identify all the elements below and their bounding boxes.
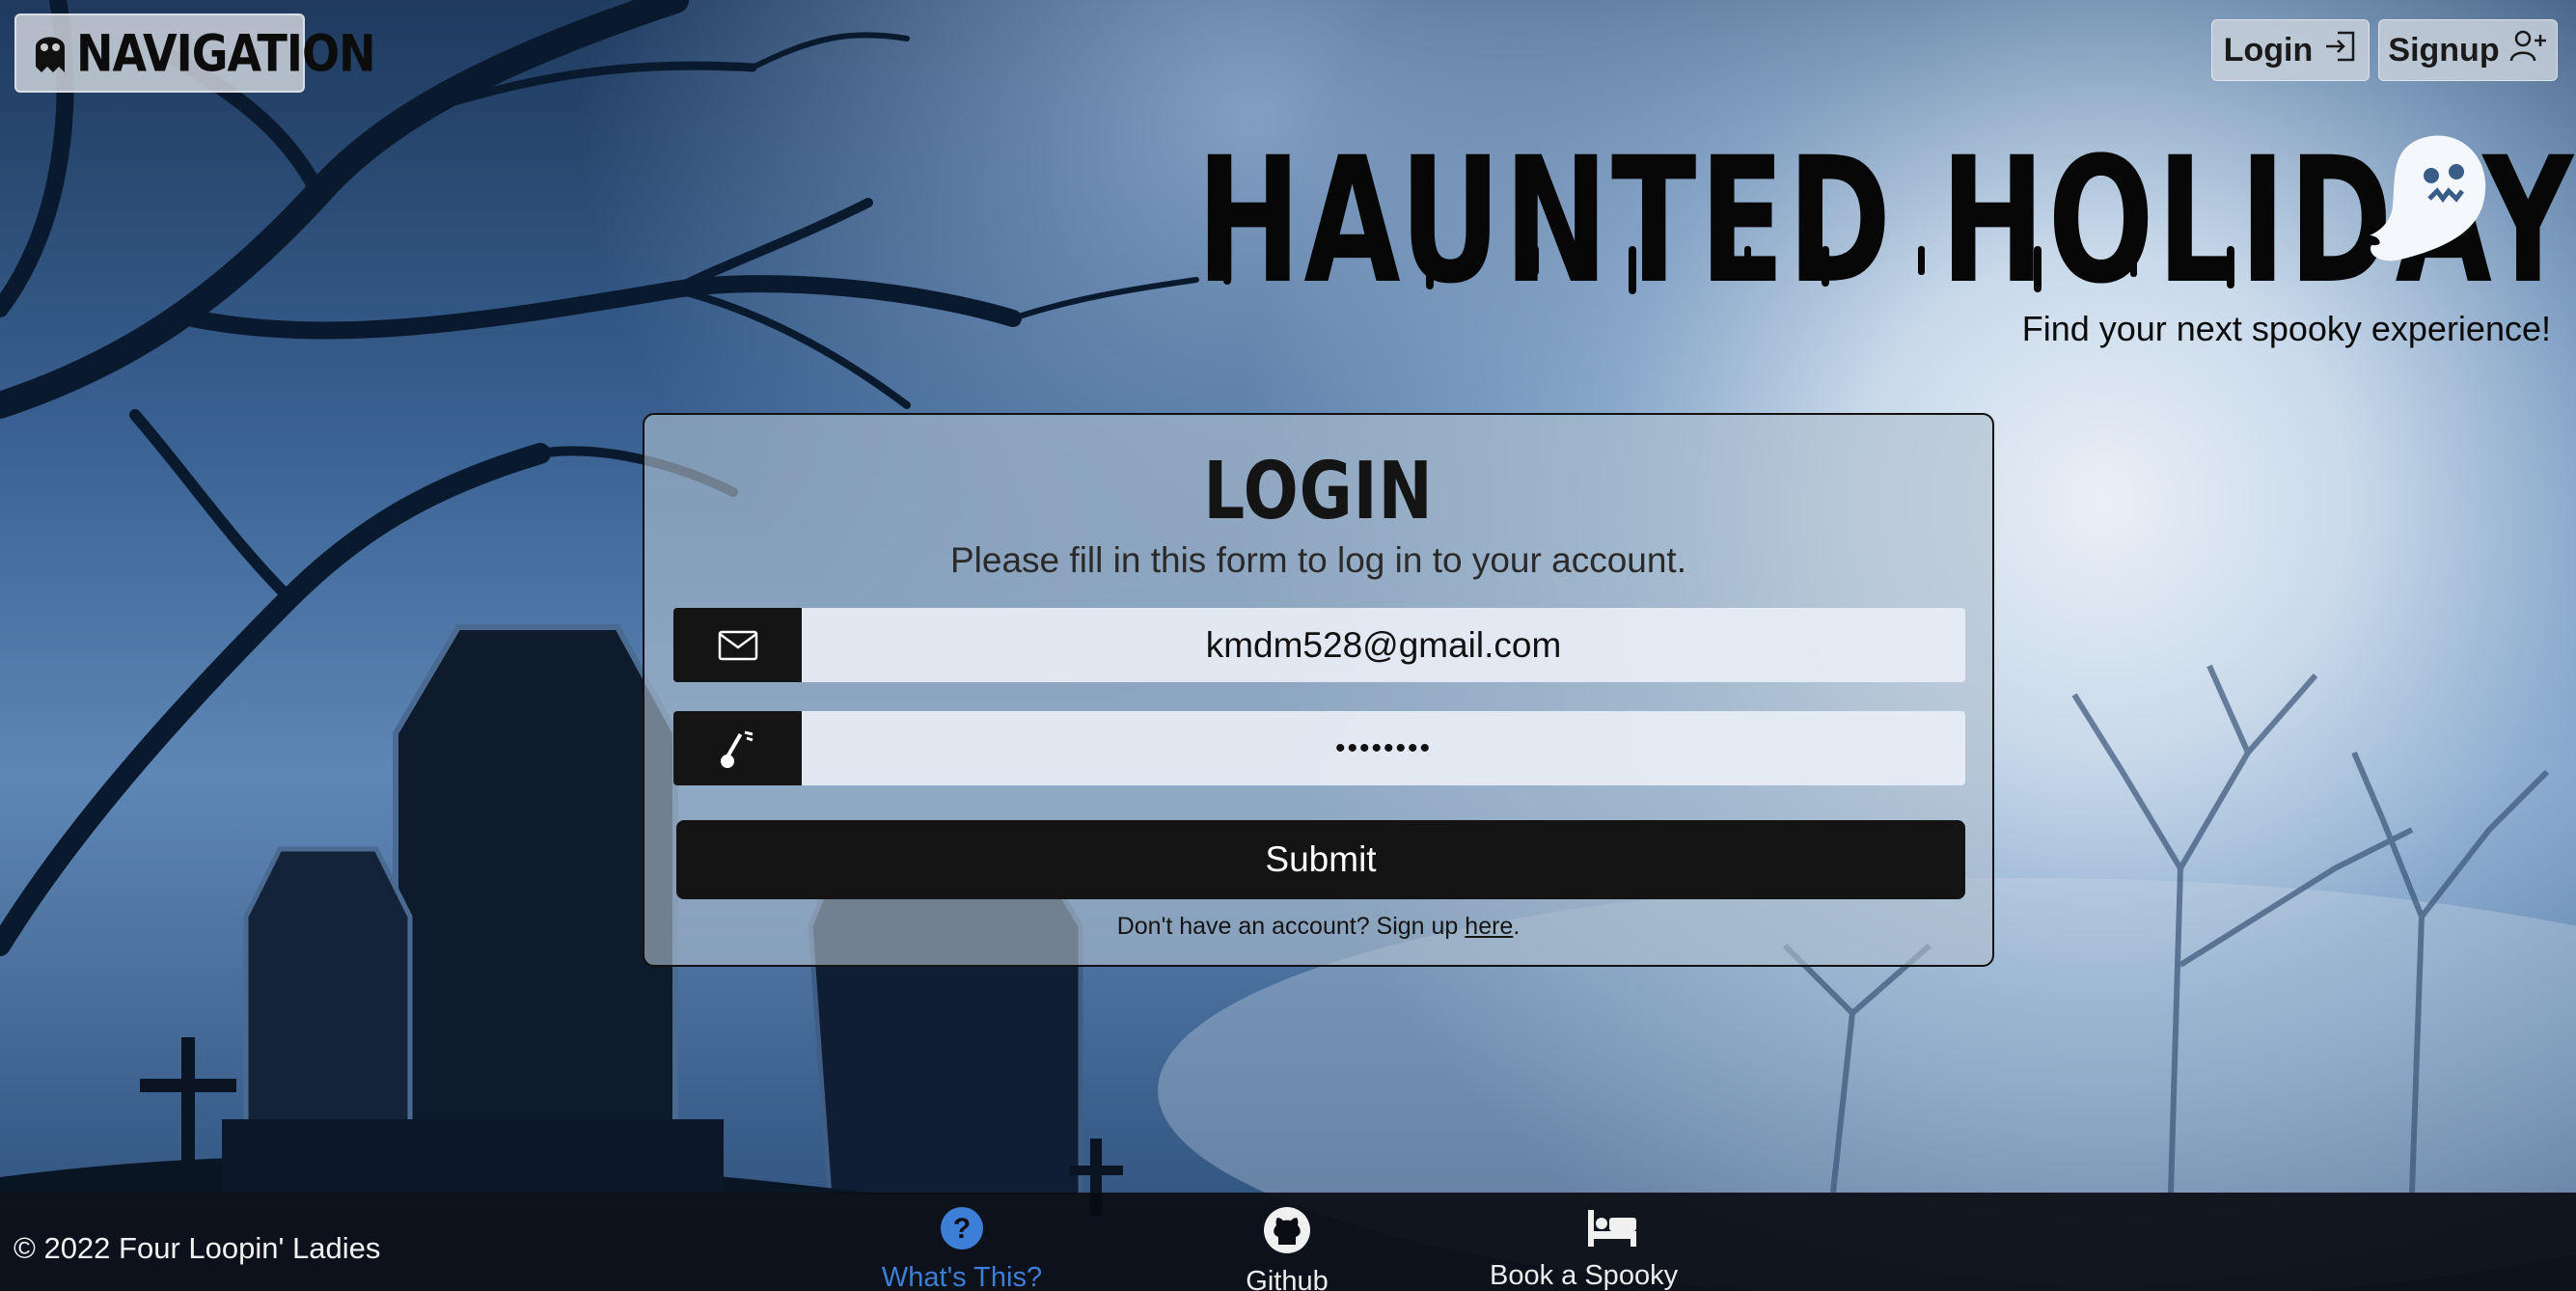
title-drips: [1223, 246, 2234, 294]
whats-this-link[interactable]: ? What's This?: [870, 1206, 1054, 1291]
signup-prompt-suffix: .: [1513, 913, 1521, 940]
password-input[interactable]: [802, 711, 1965, 785]
submit-button[interactable]: Submit: [676, 820, 1965, 899]
signup-prompt-text: Don't have an account? Sign up: [1116, 913, 1466, 940]
signup-here-link[interactable]: here: [1465, 913, 1513, 940]
signup-prompt: Don't have an account? Sign up here.: [644, 913, 1992, 941]
footer: © 2022 Four Loopin' Ladies ? What's This…: [0, 1193, 2576, 1291]
login-card: LOGIN Please fill in this form to log in…: [643, 413, 1994, 967]
login-label: Login: [2223, 31, 2314, 69]
ghost-icon: [34, 28, 67, 79]
svg-text:?: ?: [953, 1213, 971, 1245]
login-button[interactable]: Login: [2211, 19, 2370, 81]
signup-label: Signup: [2388, 31, 2500, 69]
login-subtitle: Please fill in this form to log in to yo…: [950, 540, 1686, 580]
navigation-label: NAVIGATION: [76, 22, 376, 84]
signup-button[interactable]: Signup: [2378, 19, 2558, 81]
email-input[interactable]: [802, 608, 1965, 682]
github-icon: [1263, 1206, 1311, 1262]
question-circle-icon: ?: [940, 1206, 984, 1258]
password-field-group: [673, 711, 1965, 785]
book-stay-label: Book a Spooky Stay: [1490, 1260, 1679, 1291]
navigation-button[interactable]: NAVIGATION: [14, 14, 376, 93]
book-stay-link[interactable]: Book a Spooky Stay: [1490, 1206, 1735, 1291]
login-title: LOGIN: [1203, 446, 1434, 537]
ghost-mascot-icon: [2370, 135, 2486, 261]
tagline: Find your next spooky experience!: [2021, 309, 2551, 348]
envelope-icon: [673, 608, 802, 682]
copyright: © 2022 Four Loopin' Ladies: [14, 1231, 381, 1265]
login-icon: [2322, 29, 2357, 72]
github-label: Github: [1246, 1266, 1329, 1291]
email-field-group: [673, 608, 1965, 682]
add-user-icon: [2509, 29, 2548, 72]
bed-icon: [1586, 1206, 1638, 1256]
key-icon: [673, 711, 802, 785]
github-link[interactable]: Github: [1231, 1206, 1343, 1291]
whats-this-label: What's This?: [881, 1262, 1043, 1291]
